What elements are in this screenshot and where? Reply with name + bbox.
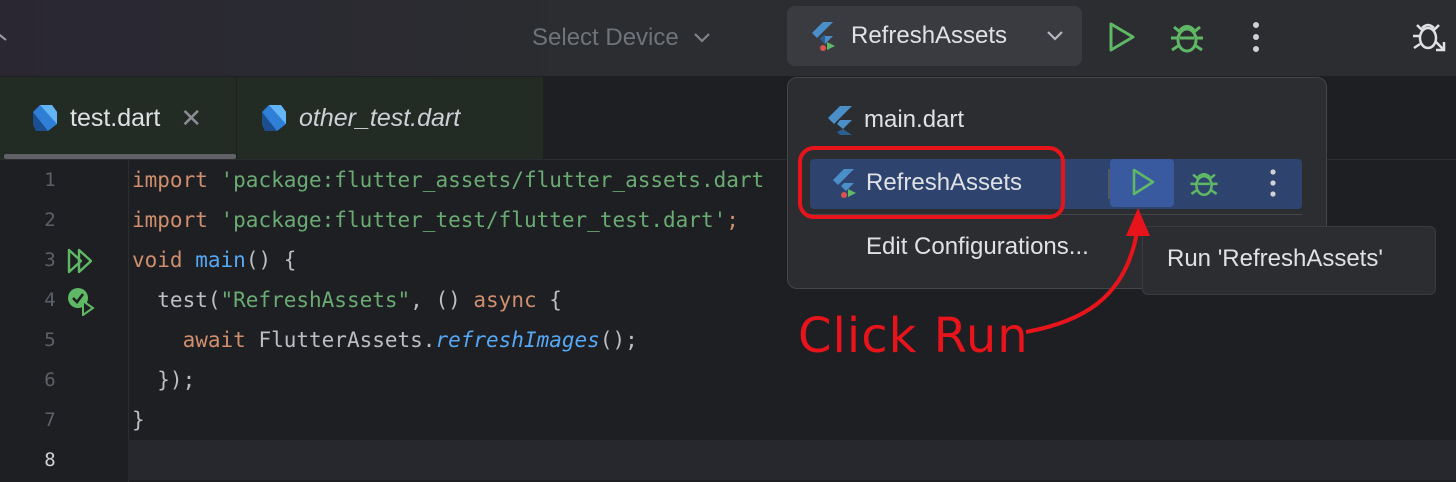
close-icon[interactable]: ✕ bbox=[180, 103, 202, 134]
main-toolbar: Select Device RefreshAssets bbox=[0, 0, 1456, 77]
config-item-refreshassets[interactable]: RefreshAssets bbox=[810, 159, 1302, 209]
tooltip-label: Run 'RefreshAssets' bbox=[1167, 245, 1383, 272]
more-vertical-icon[interactable] bbox=[1244, 20, 1268, 54]
debug-icon[interactable] bbox=[1168, 18, 1206, 56]
active-tab-indicator bbox=[4, 154, 236, 159]
run-tests-gutter-icon[interactable] bbox=[66, 248, 96, 274]
chevron-down-icon bbox=[1047, 31, 1063, 41]
run-config-label: RefreshAssets bbox=[851, 22, 1008, 49]
code-token: ; bbox=[726, 208, 739, 232]
code-token: (); bbox=[599, 328, 638, 352]
tab-test-dart[interactable]: test.dart ✕ bbox=[0, 77, 236, 159]
code-token: 'package:flutter_test/flutter_test.dart' bbox=[220, 208, 727, 232]
code-token: test( bbox=[132, 288, 221, 312]
click-run-annotation: Click Run bbox=[798, 308, 1029, 364]
code-token: { bbox=[536, 288, 562, 312]
editor-gutter: 1 2 3 4 5 6 7 8 bbox=[0, 160, 129, 482]
code-line[interactable]: }); bbox=[132, 360, 195, 400]
code-token: async bbox=[473, 288, 537, 312]
code-line[interactable]: void main() { bbox=[132, 240, 296, 280]
line-number: 6 bbox=[44, 369, 56, 391]
code-token: () { bbox=[245, 248, 297, 272]
bug-refresh-icon[interactable] bbox=[1410, 18, 1450, 58]
chevron-down-icon bbox=[693, 33, 710, 43]
dart-file-icon bbox=[33, 105, 57, 131]
run-button[interactable] bbox=[1110, 159, 1174, 207]
line-number: 4 bbox=[44, 289, 56, 311]
code-line[interactable]: test("RefreshAssets", () async { bbox=[132, 280, 562, 320]
line-number: 8 bbox=[44, 449, 56, 471]
code-token: } bbox=[132, 408, 145, 432]
test-passed-run-icon[interactable] bbox=[66, 286, 96, 316]
code-line[interactable]: } bbox=[132, 400, 145, 440]
code-line[interactable]: import 'package:flutter_assets/flutter_a… bbox=[132, 160, 764, 200]
dart-file-icon bbox=[262, 105, 286, 131]
debug-icon[interactable] bbox=[1188, 167, 1220, 199]
code-token: "RefreshAssets" bbox=[220, 288, 411, 312]
line-number: 2 bbox=[44, 209, 56, 231]
code-token: refreshImages bbox=[435, 328, 600, 352]
tab-other-test-dart[interactable]: other_test.dart bbox=[237, 77, 543, 159]
code-token: await bbox=[182, 328, 246, 352]
flutter-run-config-icon bbox=[833, 169, 856, 198]
run-icon[interactable] bbox=[1104, 20, 1138, 54]
tab-label: test.dart bbox=[70, 103, 161, 132]
flutter-run-config-icon bbox=[812, 22, 835, 51]
line-number: 1 bbox=[44, 169, 56, 191]
code-token: import bbox=[132, 168, 208, 192]
chevron-icon bbox=[0, 33, 7, 41]
line-number: 5 bbox=[44, 329, 56, 351]
code-token: import bbox=[132, 208, 208, 232]
more-vertical-icon[interactable] bbox=[1266, 167, 1280, 199]
code-line[interactable]: await FlutterAssets.refreshImages(); bbox=[132, 320, 638, 360]
code-token: main bbox=[195, 248, 246, 272]
device-selector-label: Select Device bbox=[532, 24, 679, 51]
run-icon bbox=[1132, 168, 1155, 196]
flutter-icon bbox=[828, 106, 852, 135]
run-configuration-selector[interactable]: RefreshAssets bbox=[787, 6, 1082, 66]
config-item-label: RefreshAssets bbox=[866, 169, 1023, 196]
divider bbox=[810, 214, 1302, 215]
edit-configurations-item[interactable]: Edit Configurations... bbox=[866, 233, 1089, 261]
tab-label: other_test.dart bbox=[299, 103, 461, 132]
line-number: 7 bbox=[44, 409, 56, 431]
line-number: 3 bbox=[44, 249, 56, 271]
code-line[interactable]: import 'package:flutter_test/flutter_tes… bbox=[132, 200, 739, 240]
code-token: void bbox=[132, 248, 183, 272]
device-selector[interactable]: Select Device bbox=[532, 22, 711, 54]
run-tooltip: Run 'RefreshAssets' bbox=[1142, 226, 1436, 295]
config-item-main-dart[interactable]: main.dart bbox=[828, 102, 964, 138]
code-token: }); bbox=[132, 368, 196, 392]
code-token: , () bbox=[410, 288, 474, 312]
code-token: 'package:flutter_assets/flutter_assets.d… bbox=[220, 168, 765, 192]
config-item-label: main.dart bbox=[864, 106, 965, 133]
code-token: FlutterAssets. bbox=[245, 328, 436, 352]
